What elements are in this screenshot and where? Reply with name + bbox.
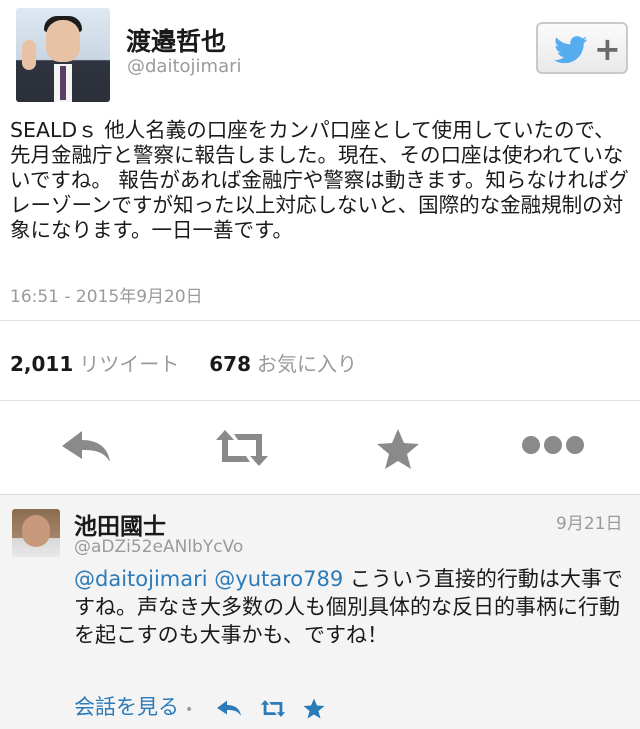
reply-author-name[interactable]: 池田國士 — [74, 507, 166, 541]
favorite-label[interactable]: お気に入り — [257, 352, 357, 376]
author-name[interactable]: 渡邉哲也 — [126, 22, 226, 58]
tweet-text: SEALDｓ 他人名義の口座をカンパ口座として使用していたので、先月金融庁と警察… — [10, 118, 629, 242]
plus-icon: + — [594, 30, 621, 68]
star-icon[interactable] — [303, 698, 325, 719]
mention-link[interactable]: @daitojimari — [74, 567, 208, 591]
reply-arrow-icon[interactable] — [60, 428, 112, 464]
retweet-label[interactable]: リツイート — [79, 352, 179, 376]
divider — [0, 400, 640, 401]
tweet-actions — [0, 420, 640, 476]
reply-author-avatar[interactable] — [12, 509, 60, 557]
divider — [0, 320, 640, 321]
author-handle[interactable]: @daitojimari — [127, 56, 242, 77]
star-icon[interactable] — [376, 428, 420, 470]
reply-text: @daitojimari @yutaro789 こういう直接的行動は大事ですね。… — [74, 565, 630, 649]
reply-arrow-icon[interactable] — [216, 699, 242, 717]
tweet-stats: 2,011 リツイート 678 お気に入り — [10, 348, 357, 377]
reply-tweet[interactable]: 池田國士 @aDZi52eANlbYcVo 9月21日 @daitojimari… — [0, 494, 640, 729]
reply-date: 9月21日 — [556, 514, 623, 534]
follow-button[interactable]: + — [536, 22, 628, 74]
reply-actions: 会話を見る • — [74, 691, 325, 721]
more-dots-icon[interactable] — [520, 434, 586, 456]
twitter-bird-follow-icon — [554, 36, 588, 64]
retweet-icon[interactable] — [259, 699, 287, 718]
reply-author-handle[interactable]: @aDZi52eANlbYcVo — [74, 537, 243, 557]
author-avatar[interactable] — [16, 8, 110, 102]
tweet-timestamp: 16:51 - 2015年9月20日 — [10, 287, 203, 307]
mention-link[interactable]: @yutaro789 — [214, 567, 343, 591]
retweet-count[interactable]: 2,011 — [10, 352, 73, 376]
view-conversation-link[interactable]: 会話を見る — [74, 695, 179, 719]
separator: • — [185, 702, 194, 718]
favorite-count[interactable]: 678 — [209, 352, 251, 376]
retweet-icon[interactable] — [212, 428, 272, 468]
tweet-header: 渡邉哲也 @daitojimari + — [0, 0, 640, 112]
